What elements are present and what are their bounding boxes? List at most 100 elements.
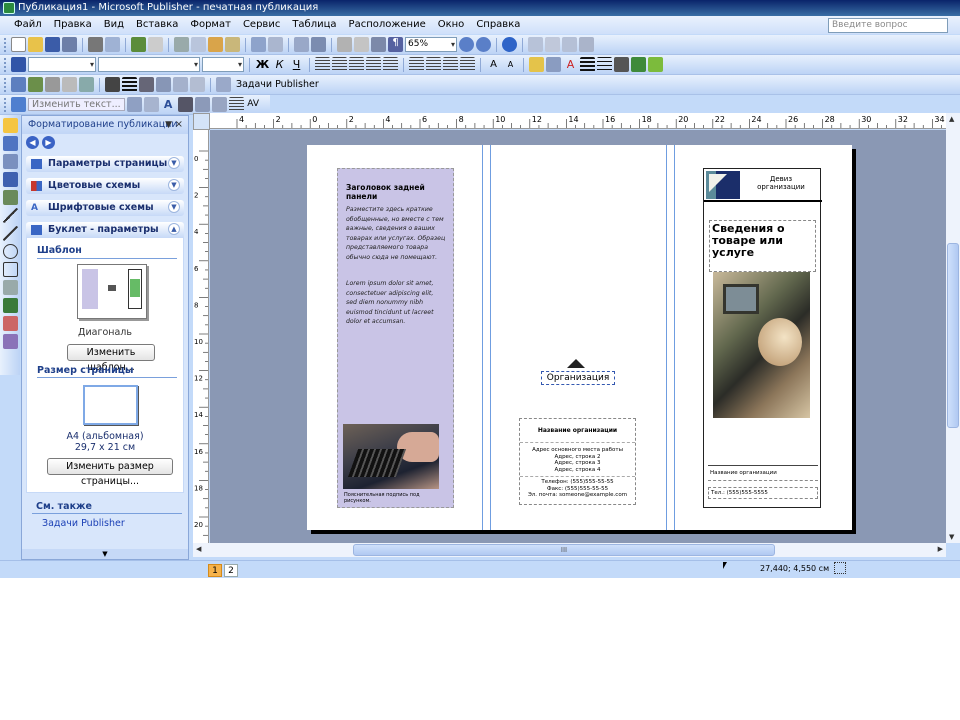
- back-panel-lorem[interactable]: Lorem ipsum dolor sit amet, consectetuer…: [346, 279, 446, 327]
- menu-edit[interactable]: Правка: [48, 16, 98, 34]
- 3d-style-icon[interactable]: [648, 57, 663, 72]
- italic-icon[interactable]: К: [272, 57, 287, 72]
- same-letter-heights-icon[interactable]: [194, 97, 210, 112]
- redo-icon[interactable]: [268, 37, 283, 52]
- brightness-icon[interactable]: [45, 77, 60, 92]
- chevron-up-icon[interactable]: ▲: [168, 223, 180, 235]
- chevron-down-icon[interactable]: ▼: [168, 157, 180, 169]
- crop-icon[interactable]: [79, 77, 94, 92]
- toolbar-grip[interactable]: [4, 77, 7, 92]
- rectangle-icon[interactable]: [2, 262, 18, 277]
- close-icon[interactable]: ×: [175, 116, 183, 134]
- undo-icon[interactable]: [251, 37, 266, 52]
- scroll-right-icon[interactable]: ▶: [938, 545, 943, 553]
- section-page-options[interactable]: Параметры страницы ▼: [26, 156, 184, 172]
- vertical-scroll-thumb[interactable]: [947, 243, 959, 428]
- design-gallery-icon[interactable]: [2, 334, 18, 349]
- help-icon[interactable]: [502, 37, 517, 52]
- cut-icon[interactable]: [174, 37, 189, 52]
- keyboard-photo[interactable]: [343, 424, 439, 489]
- format-object-icon[interactable]: [156, 77, 171, 92]
- tasks-pane-icon[interactable]: [216, 77, 231, 92]
- arrow-style-icon[interactable]: [614, 57, 629, 72]
- wordart-gallery-icon[interactable]: [126, 97, 142, 112]
- wrap-icon[interactable]: [139, 77, 154, 92]
- change-template-button[interactable]: Изменить шаблон...: [67, 344, 155, 373]
- hot-spot-icon[interactable]: [2, 298, 18, 313]
- scroll-down-icon[interactable]: ▼: [949, 533, 954, 541]
- insert-hyperlink-icon[interactable]: [337, 37, 352, 52]
- new-icon[interactable]: [11, 37, 26, 52]
- forward-icon[interactable]: ▶: [42, 135, 55, 149]
- font-color-icon[interactable]: A: [563, 57, 578, 72]
- increase-indent-icon[interactable]: [460, 57, 475, 72]
- back-panel-title[interactable]: Заголовок задней панели: [346, 183, 453, 201]
- front-logo[interactable]: Девиз организации: [704, 169, 822, 202]
- bold-icon[interactable]: Ж: [255, 57, 270, 72]
- menu-insert[interactable]: Вставка: [130, 16, 184, 34]
- wordart-shape-icon[interactable]: A: [161, 97, 176, 112]
- format-wordart-icon[interactable]: [143, 97, 159, 112]
- spelling-icon[interactable]: [131, 37, 146, 52]
- zoom-out-icon[interactable]: [459, 37, 474, 52]
- vertical-scrollbar[interactable]: ▲ ▼: [946, 113, 960, 543]
- section-brochure-options[interactable]: Буклет - параметры ▲: [26, 222, 184, 238]
- page-1-button[interactable]: 1: [208, 564, 222, 577]
- dash-style-icon[interactable]: [597, 57, 612, 72]
- line-icon[interactable]: [2, 208, 18, 223]
- address-block[interactable]: Адрес основного места работы Адрес, стро…: [520, 447, 635, 477]
- back-icon[interactable]: ◀: [26, 135, 39, 149]
- zoom-in-icon[interactable]: [476, 37, 491, 52]
- align-right-icon[interactable]: [349, 57, 364, 72]
- fill-color-icon[interactable]: [529, 57, 544, 72]
- phone-block[interactable]: Телефон: (555)555-55-55 Факс: (555)555-5…: [520, 479, 635, 499]
- save-icon[interactable]: [45, 37, 60, 52]
- menu-format[interactable]: Формат: [184, 16, 237, 34]
- align-center-icon[interactable]: [332, 57, 347, 72]
- font-combo[interactable]: [98, 57, 200, 72]
- child-computer-photo[interactable]: [713, 272, 810, 418]
- org-name[interactable]: Название организации: [520, 427, 635, 443]
- justify-icon[interactable]: [366, 57, 381, 72]
- paste-icon[interactable]: [208, 37, 223, 52]
- insert-wordart-icon[interactable]: [11, 97, 26, 112]
- rotate-icon[interactable]: [311, 37, 326, 52]
- publication-page[interactable]: Заголовок задней панели Разместите здесь…: [307, 145, 852, 530]
- weight-icon[interactable]: [122, 77, 137, 92]
- bring-forward-icon[interactable]: [294, 37, 309, 52]
- decrease-indent-icon[interactable]: [443, 57, 458, 72]
- template-thumbnail[interactable]: [77, 264, 147, 319]
- transparency-icon[interactable]: [173, 77, 188, 92]
- vertical-ruler[interactable]: 0 2 4 6 8 10 12 14 16 18 20: [193, 130, 209, 543]
- line-color-icon[interactable]: [546, 57, 561, 72]
- motto[interactable]: Девиз организации: [756, 175, 806, 191]
- horizontal-ruler[interactable]: 4 2 0 2 4 6 8 10 12 14 16 18 20 22 24 26 28 30 32 34: [210, 113, 946, 129]
- print-icon[interactable]: [88, 37, 103, 52]
- select-objects-icon[interactable]: [2, 118, 18, 133]
- contact-box[interactable]: Название организации Адрес основного мес…: [519, 418, 636, 505]
- styles-icon[interactable]: [11, 57, 26, 72]
- font-size-combo[interactable]: [202, 57, 244, 72]
- contrast-icon[interactable]: [62, 77, 77, 92]
- toolbar-grip[interactable]: [4, 57, 7, 72]
- photo-caption[interactable]: Пояснительная подпись под рисунком.: [344, 492, 444, 504]
- distribute-icon[interactable]: [383, 57, 398, 72]
- front-panel[interactable]: Девиз организации Сведения о товаре или …: [703, 168, 822, 508]
- char-spacing-icon[interactable]: AV: [246, 97, 261, 112]
- chevron-down-icon[interactable]: ▼: [168, 201, 180, 213]
- horizontal-scroll-thumb[interactable]: III: [353, 544, 775, 556]
- menu-window[interactable]: Окно: [432, 16, 471, 34]
- menu-table[interactable]: Таблица: [286, 16, 342, 34]
- style-combo[interactable]: [28, 57, 96, 72]
- section-color-schemes[interactable]: Цветовые схемы ▼: [26, 178, 184, 194]
- help-search-input[interactable]: Введите вопрос: [828, 18, 948, 33]
- front-tel[interactable]: Тел.: (555)555-5555: [708, 487, 818, 499]
- task-pane-menu-icon[interactable]: ▼: [165, 116, 172, 134]
- chevron-down-icon[interactable]: ▼: [168, 179, 180, 191]
- text-flow-icon[interactable]: [562, 37, 577, 52]
- color-icon[interactable]: [28, 77, 43, 92]
- page-size-preview[interactable]: [83, 385, 138, 425]
- menu-help[interactable]: Справка: [470, 16, 526, 34]
- menu-view[interactable]: Вид: [98, 16, 130, 34]
- insert-table-icon[interactable]: [2, 154, 18, 169]
